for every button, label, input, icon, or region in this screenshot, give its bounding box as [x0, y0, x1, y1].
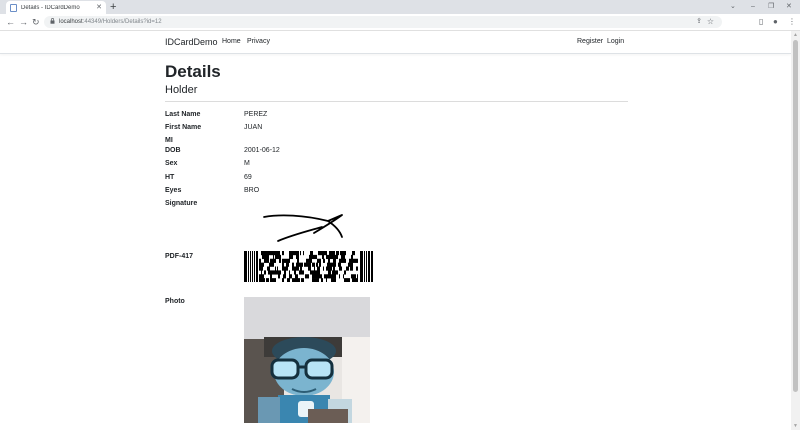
page-subtitle: Holder — [165, 84, 198, 96]
back-icon[interactable]: ← — [6, 16, 15, 28]
tab-close-icon[interactable]: ✕ — [96, 4, 102, 11]
signature-image — [263, 214, 343, 242]
last-name-label: Last Name — [165, 111, 201, 118]
new-tab-button[interactable]: + — [110, 1, 116, 13]
scroll-up-icon[interactable]: ▲ — [791, 31, 800, 39]
browser-tab[interactable]: Details - IDCardDemo ✕ — [6, 1, 106, 14]
signature-label: Signature — [165, 200, 198, 207]
side-panel-icon[interactable]: ▯ — [759, 16, 763, 28]
site-navbar: IDCardDemo Home Privacy Register Login — [0, 31, 791, 54]
close-window-button[interactable]: ✕ — [786, 1, 792, 13]
url-host: localhost — [59, 19, 83, 25]
holder-photo-image — [244, 297, 370, 423]
nav-home-link[interactable]: Home — [222, 38, 241, 45]
sex-label: Sex — [165, 160, 178, 167]
nav-register-link[interactable]: Register — [577, 38, 603, 45]
share-icon[interactable]: ⇪ — [696, 16, 702, 28]
ht-value: 69 — [244, 174, 252, 181]
bookmark-star-icon[interactable]: ☆ — [707, 16, 714, 28]
profile-avatar-icon[interactable]: ● — [773, 16, 778, 28]
scrollbar-thumb[interactable] — [793, 40, 798, 392]
page-favicon-icon — [10, 3, 17, 12]
forward-icon[interactable]: → — [19, 16, 28, 28]
browser-toolbar: ← → ↻ localhost:44349/Holders/Details?id… — [0, 14, 800, 31]
tab-title: Details - IDCardDemo — [21, 4, 80, 11]
photo-label: Photo — [165, 298, 185, 305]
dob-label: DOB — [165, 147, 181, 154]
nav-login-link[interactable]: Login — [607, 38, 624, 45]
section-divider — [165, 101, 628, 102]
mi-label: MI — [165, 137, 173, 144]
pdf417-label: PDF-417 — [165, 253, 194, 260]
last-name-value: PEREZ — [244, 111, 268, 118]
browser-tabstrip: Details - IDCardDemo ✕ + ⌄ – ❐ ✕ — [0, 0, 800, 14]
page-title: Details — [165, 62, 221, 81]
eyes-label: Eyes — [165, 187, 182, 194]
ht-label: HT — [165, 174, 175, 181]
eyes-value: BRO — [244, 187, 260, 194]
nav-privacy-link[interactable]: Privacy — [247, 38, 270, 45]
pdf417-barcode-image — [244, 251, 373, 282]
address-bar[interactable]: localhost:44349/Holders/Details?id=12 ⇪ … — [44, 16, 722, 28]
scroll-down-icon[interactable]: ▼ — [791, 422, 800, 430]
first-name-value: JUAN — [244, 124, 263, 131]
address-url: localhost:44349/Holders/Details?id=12 — [59, 19, 162, 25]
url-path: :44349/Holders/Details?id=12 — [82, 19, 162, 25]
browser-menu-icon[interactable]: ⋮ — [788, 16, 796, 28]
tab-search-icon[interactable]: ⌄ — [730, 1, 736, 13]
first-name-label: First Name — [165, 124, 202, 131]
lock-icon[interactable] — [50, 18, 55, 26]
sex-value: M — [244, 160, 250, 167]
page-viewport: IDCardDemo Home Privacy Register Login D… — [0, 31, 791, 430]
minimize-button[interactable]: – — [751, 1, 755, 13]
page-scrollbar[interactable]: ▲ ▼ — [791, 31, 800, 430]
dob-value: 2001-06-12 — [244, 147, 280, 154]
navbar-brand[interactable]: IDCardDemo — [165, 37, 218, 47]
restore-button[interactable]: ❐ — [768, 1, 774, 13]
reload-icon[interactable]: ↻ — [32, 16, 40, 28]
